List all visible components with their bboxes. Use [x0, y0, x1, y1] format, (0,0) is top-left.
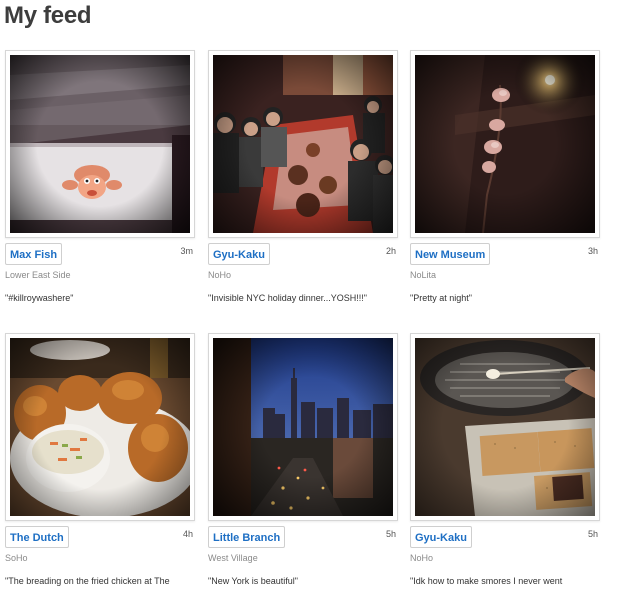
checkin-comment: "#killroywashere"	[5, 293, 74, 303]
feed-card: Max Fish 3m Lower East Side "#killroywas…	[5, 50, 197, 322]
venue-link[interactable]: Gyu-Kaku	[208, 243, 270, 265]
venue-link[interactable]: The Dutch	[5, 526, 69, 548]
photo-frame[interactable]	[410, 50, 600, 238]
photo-frame[interactable]	[5, 50, 195, 238]
fried-chicken-photo[interactable]	[10, 338, 190, 516]
feed-card: Gyu-Kaku 2h NoHo "Invisible NYC holiday …	[208, 50, 400, 322]
feed-card: Gyu-Kaku 5h NoHo "Idk how to make smores…	[410, 333, 602, 605]
photo-frame[interactable]	[410, 333, 600, 521]
checkin-time: 5h	[587, 529, 598, 539]
city-skyline-photo[interactable]	[213, 338, 393, 516]
venue-link[interactable]: New Museum	[410, 243, 491, 265]
neighborhood-label: West Village	[208, 553, 258, 563]
venue-link[interactable]: Little Branch	[208, 526, 286, 548]
checkin-time: 5h	[385, 529, 396, 539]
feed-card: The Dutch 4h SoHo "The breading on the f…	[5, 333, 197, 605]
sticker-photo[interactable]	[10, 55, 190, 233]
checkin-comment: "The breading on the fried chicken at Th…	[5, 576, 170, 586]
photo-frame[interactable]	[5, 333, 195, 521]
neighborhood-label: NoHo	[208, 270, 232, 280]
venue-link[interactable]: Max Fish	[5, 243, 63, 265]
feed-card: Little Branch 5h West Village "New York …	[208, 333, 400, 605]
photo-frame[interactable]	[208, 333, 398, 521]
checkin-time: 2h	[385, 246, 396, 256]
feed-card: New Museum 3h NoLita "Pretty at night"	[410, 50, 602, 322]
checkin-comment: "New York is beautiful"	[208, 576, 298, 586]
neighborhood-label: Lower East Side	[5, 270, 71, 280]
neighborhood-label: SoHo	[5, 553, 28, 563]
photo-frame[interactable]	[208, 50, 398, 238]
checkin-comment: "Pretty at night"	[410, 293, 472, 303]
venue-link[interactable]: Gyu-Kaku	[410, 526, 472, 548]
smores-photo[interactable]	[415, 338, 595, 516]
checkin-time: 4h	[182, 529, 193, 539]
page-title: My feed	[4, 2, 92, 29]
checkin-time: 3h	[587, 246, 598, 256]
neighborhood-label: NoLita	[410, 270, 437, 280]
checkin-comment: "Idk how to make smores I never went	[410, 576, 563, 586]
neighborhood-label: NoHo	[410, 553, 434, 563]
checkin-time: 3m	[180, 246, 193, 256]
checkin-comment: "Invisible NYC holiday dinner...YOSH!!!"	[208, 293, 367, 303]
group-dinner-photo[interactable]	[213, 55, 393, 233]
night-flower-photo[interactable]	[415, 55, 595, 233]
